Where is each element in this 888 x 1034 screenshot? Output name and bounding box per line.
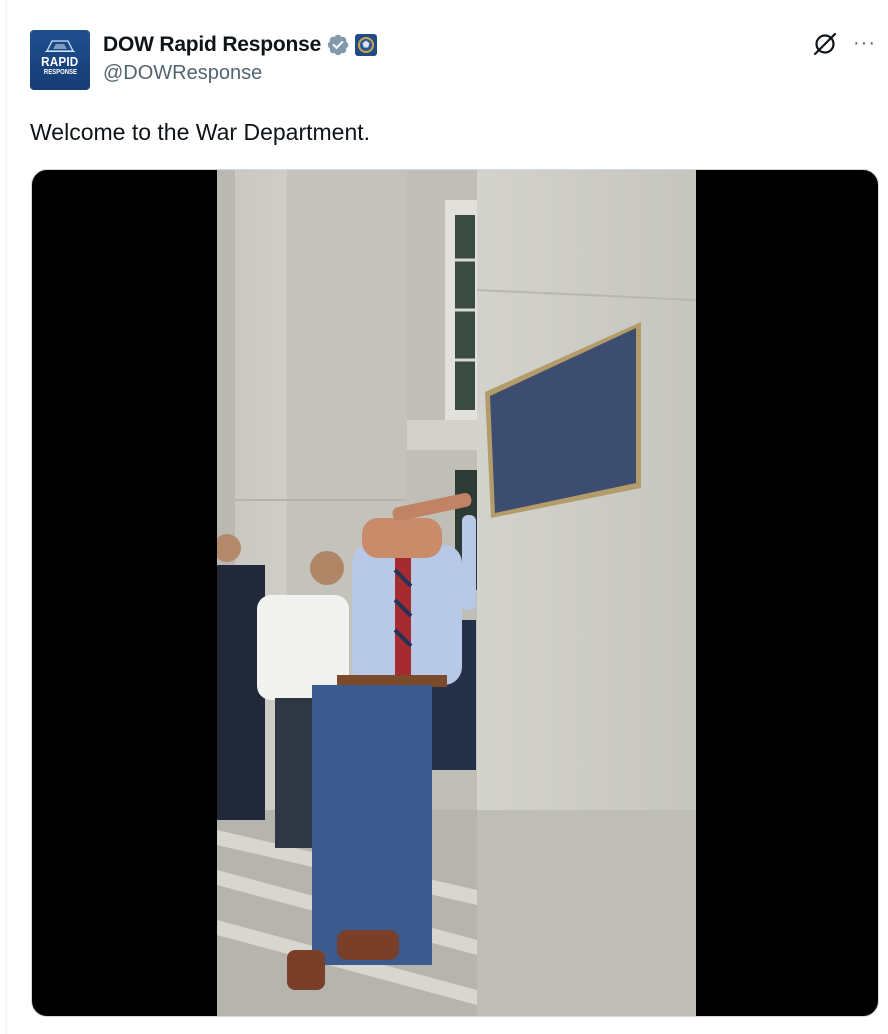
pentagon-seal-icon	[45, 40, 75, 52]
avatar-text-response: RESPONSE	[43, 69, 77, 76]
author-name-row: DOW Rapid Response	[103, 31, 378, 59]
tweet-text: Welcome to the War Department.	[30, 119, 371, 145]
verified-badge-icon[interactable]	[326, 33, 350, 57]
author-handle[interactable]: @DOWResponse	[103, 62, 262, 85]
video-frame	[217, 170, 696, 1016]
tweet-video[interactable]	[31, 169, 879, 1017]
grok-icon[interactable]	[812, 31, 838, 57]
seal-icon	[358, 37, 375, 53]
affiliate-seal-icon[interactable]	[355, 34, 378, 56]
tweet: RAPID RESPONSE DOW Rapid Response @DOWRe…	[0, 0, 888, 1034]
more-options-icon[interactable]: ···	[853, 32, 876, 55]
author-display-name[interactable]: DOW Rapid Response	[103, 33, 321, 57]
avatar-text-rapid: RAPID	[41, 54, 79, 69]
avatar[interactable]: RAPID RESPONSE	[30, 30, 90, 90]
